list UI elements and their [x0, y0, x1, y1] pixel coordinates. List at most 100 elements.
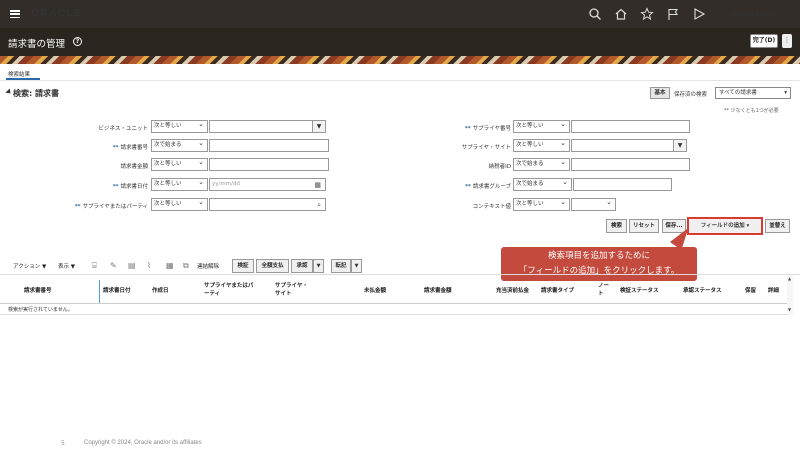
actions-menu[interactable]: アクション ▼ [13, 262, 46, 270]
col-header-applied-prepayments[interactable]: 充当済前払金 [496, 286, 529, 294]
field-label-taxpayer-id: 納税者ID [488, 164, 511, 170]
field-label-invoice-date: ** 請求書日付 [112, 184, 148, 190]
col-header-supplier-or-party[interactable]: サプライヤまたはパ ーティ [204, 281, 253, 297]
done-button[interactable]: 完了(D) [750, 34, 778, 48]
search-icon[interactable]: ⌕ [317, 200, 321, 211]
scroll-down-icon[interactable]: ▼ [788, 307, 791, 312]
operator-invoice-group[interactable]: 次で始まる [513, 177, 572, 191]
decorative-pattern-band [0, 56, 800, 64]
divider [0, 314, 792, 315]
field-label-supplier-site: サプライヤ・サイト [461, 145, 511, 151]
page-title: 請求書の管理 [8, 39, 66, 50]
view-menu[interactable]: 表示 ▼ [58, 262, 75, 270]
more-options-button[interactable]: ⋮ [782, 34, 792, 48]
divider [0, 80, 800, 81]
detach-label[interactable]: 連結解除 [197, 262, 219, 270]
pay-in-full-button[interactable]: 全額支払 [256, 259, 289, 273]
supplier-number-input[interactable] [571, 120, 690, 133]
operator-invoice-date[interactable]: 次と等しい [151, 177, 208, 191]
oracle-logo[interactable]: ORACLE [31, 8, 82, 19]
page-header-band [0, 28, 800, 56]
col-header-approval-status[interactable]: 承認ステータス [683, 286, 722, 294]
favorites-star-icon[interactable] [640, 7, 654, 21]
invoice-group-input[interactable] [573, 178, 672, 191]
chevron-down-icon: ▾ [746, 223, 750, 229]
operator-taxpayer-id[interactable]: 次で始まる [513, 157, 570, 171]
collapse-triangle-icon[interactable] [5, 88, 13, 96]
invoice-amount-input[interactable] [209, 158, 329, 171]
scroll-up-icon[interactable]: ▲ [788, 276, 791, 281]
operator-business-unit[interactable]: 次と等しい [151, 119, 208, 133]
saved-search-select[interactable]: すべての請求書 [715, 87, 791, 99]
approve-button[interactable]: 承認 [291, 259, 313, 273]
export-icon[interactable]: ▤ [128, 261, 136, 270]
field-label-business-unit: ビジネス・ユニット [98, 126, 148, 132]
col-header-unpaid-amount[interactable]: 未払金額 [364, 286, 386, 294]
column-resize-handle[interactable] [99, 280, 100, 304]
supplier-site-input[interactable]: ▼ [571, 139, 687, 152]
post-dropdown-icon[interactable]: ▼ [351, 259, 362, 273]
operator-invoice-amount[interactable]: 次と等しい [151, 157, 208, 171]
col-header-creation-date[interactable]: 作成日 [152, 286, 169, 294]
help-icon[interactable]: ? [73, 37, 82, 46]
taxpayer-id-input[interactable] [571, 158, 690, 171]
dropdown-arrow-icon[interactable]: ▼ [312, 121, 325, 132]
validate-button[interactable]: 検証 [232, 259, 254, 273]
post-button[interactable]: 転記 [331, 259, 351, 273]
search-button[interactable]: 検索 [606, 219, 627, 233]
col-header-details[interactable]: 詳細 [768, 286, 779, 294]
operator-invoice-number[interactable]: 次で始まる [151, 138, 208, 152]
callout-line-1: 検索項目を追加するために [547, 251, 650, 261]
empty-table-message: 検索が実行されていません。 [8, 307, 73, 313]
home-icon[interactable] [614, 7, 628, 21]
callout-line-2: 「フィールドの追加」をクリックします。 [518, 266, 680, 276]
calendar-icon[interactable]: ▦ [314, 180, 321, 191]
field-label-context-value: コンテキスト値 [472, 204, 511, 210]
approve-dropdown-icon[interactable]: ▼ [313, 259, 324, 273]
col-header-validation-status[interactable]: 検証ステータス [620, 286, 659, 294]
context-value-select[interactable] [571, 197, 616, 211]
field-label-invoice-number: ** 請求書番号 [112, 145, 148, 151]
edit-pencil-icon[interactable]: ✎ [110, 261, 117, 270]
reorder-button[interactable]: 並替え [765, 219, 790, 233]
col-header-invoice-date[interactable]: 請求書日付 [103, 286, 131, 294]
add-fields-button[interactable]: フィールドの追加 ▾ [687, 217, 763, 235]
divider [0, 274, 800, 275]
search-panel-title: 検索: 請求書 [13, 89, 59, 98]
attachment-icon[interactable]: ⌇ [147, 261, 151, 270]
instruction-callout: 検索項目を追加するために 「フィールドの追加」をクリックします。 [501, 247, 697, 281]
reset-button[interactable]: リセット [629, 219, 659, 233]
vertical-scrollbar[interactable]: ▲ ▼ [787, 275, 793, 315]
search-icon[interactable] [588, 7, 602, 21]
watchlist-flag-icon[interactable] [666, 7, 680, 21]
tab-search-results[interactable]: 検索結果 [8, 70, 30, 78]
invoice-number-input[interactable] [209, 139, 329, 152]
freeze-icon[interactable]: ▦ [166, 261, 174, 270]
invoice-date-input[interactable]: yy/mm/dd ▦ [209, 178, 326, 191]
saved-search-label: 保存済の検索 [674, 92, 708, 98]
format-icon[interactable]: ⌸ [92, 261, 97, 271]
col-header-invoice-number[interactable]: 請求書番号 [24, 286, 52, 294]
business-unit-input[interactable]: ▼ [209, 120, 326, 133]
chevron-down-icon: ⌄ [782, 12, 788, 18]
field-label-supplier-number: ** サプライヤ番号 [464, 126, 511, 132]
operator-supplier-number[interactable]: 次と等しい [513, 119, 570, 133]
operator-supplier-site[interactable]: 次と等しい [513, 138, 570, 152]
basic-search-button[interactable]: 基本 [650, 87, 670, 99]
detach-icon[interactable]: ⧉ [183, 261, 189, 271]
copyright: Copyright © 2024, Oracle and/or its affi… [84, 440, 202, 446]
operator-supplier-or-party[interactable]: 次と等しい [151, 197, 208, 211]
menu-icon[interactable] [10, 10, 20, 19]
required-note: ** 少なくとも1つが必要 [724, 108, 779, 114]
operator-context-value[interactable]: 次と等しい [513, 197, 570, 211]
col-header-notes[interactable]: ノート [598, 281, 609, 297]
col-header-invoice-amount[interactable]: 請求書金額 [424, 286, 452, 294]
user-menu[interactable]: Finance Directo... ⌄ [731, 11, 788, 18]
col-header-supplier-site[interactable]: サプライヤ・ サイト [275, 281, 308, 297]
notifications-icon[interactable] [692, 7, 706, 21]
supplier-or-party-input[interactable]: ⌕ [209, 198, 326, 211]
col-header-hold[interactable]: 保留 [745, 286, 756, 294]
field-label-invoice-amount: 請求書金額 [120, 164, 148, 170]
col-header-invoice-type[interactable]: 請求書タイプ [541, 286, 574, 294]
dropdown-arrow-icon[interactable]: ▼ [673, 140, 686, 151]
